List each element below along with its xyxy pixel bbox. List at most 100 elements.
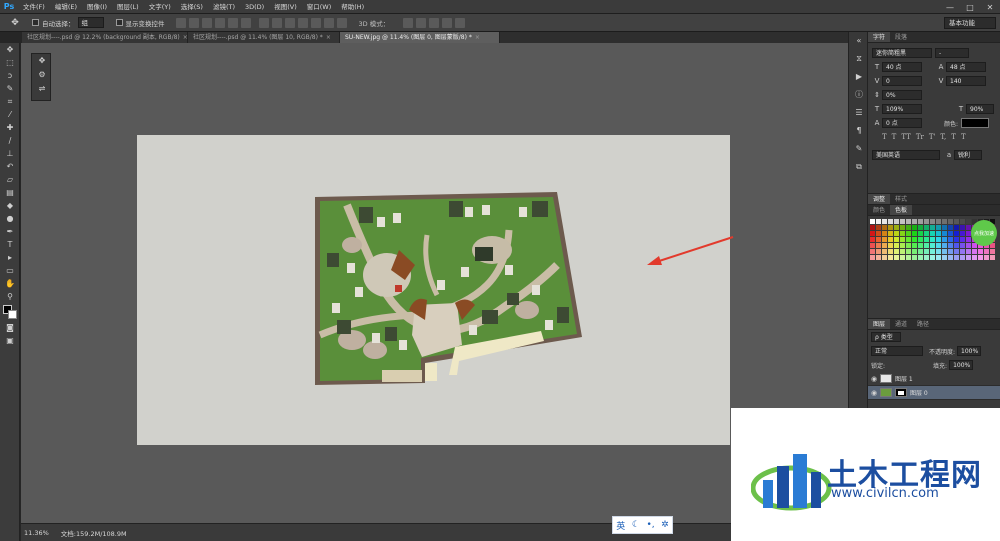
subscript-icon[interactable]: T, <box>940 133 946 141</box>
ime-lang-toggle[interactable]: 英 <box>616 519 625 532</box>
color-swatch[interactable] <box>930 225 935 230</box>
align-hcenter-icon[interactable] <box>227 17 238 28</box>
layer-row-selected[interactable]: ◉ 图层 0 <box>868 386 1000 400</box>
color-swatch[interactable] <box>918 225 923 230</box>
color-swatch[interactable] <box>954 225 959 230</box>
auto-select-dropdown[interactable]: 组 <box>77 17 104 28</box>
color-swatch[interactable] <box>900 255 905 260</box>
color-swatch[interactable] <box>924 243 929 248</box>
color-swatch[interactable] <box>888 231 893 236</box>
color-swatch[interactable] <box>918 219 923 224</box>
color-swatch[interactable] <box>930 243 935 248</box>
color-swatch[interactable] <box>960 255 965 260</box>
menu-window[interactable]: 窗口(W) <box>302 0 337 14</box>
color-swatch[interactable] <box>960 225 965 230</box>
color-swatch[interactable] <box>876 219 881 224</box>
show-transform-checkbox[interactable] <box>115 19 123 26</box>
eye-icon[interactable]: ◉ <box>868 389 880 397</box>
color-swatch[interactable] <box>978 249 983 254</box>
tab-character[interactable]: 字符 <box>868 32 891 42</box>
kerning-field[interactable]: 0 <box>882 76 922 86</box>
opacity-field[interactable]: 100% <box>957 346 982 356</box>
color-swatch[interactable] <box>936 237 941 242</box>
color-swatch[interactable] <box>882 225 887 230</box>
info-icon[interactable]: ⓘ <box>849 86 869 104</box>
color-swatch[interactable] <box>888 225 893 230</box>
color-swatch[interactable] <box>888 243 893 248</box>
blend-mode-select[interactable]: 正常 <box>871 346 923 356</box>
brush-presets-icon[interactable]: ✎ <box>849 140 869 158</box>
close-icon[interactable]: × <box>475 34 480 41</box>
color-swatch[interactable] <box>966 219 971 224</box>
color-swatch[interactable] <box>972 249 977 254</box>
color-swatch[interactable] <box>924 249 929 254</box>
moon-icon[interactable]: ☾ <box>632 520 640 530</box>
color-swatch[interactable] <box>900 231 905 236</box>
color-swatch[interactable] <box>912 243 917 248</box>
doc-size[interactable]: 文档:159.2M/108.9M <box>61 528 127 538</box>
color-swatch[interactable] <box>954 219 959 224</box>
distribute-top-icon[interactable] <box>258 17 269 28</box>
paragraph-icon[interactable]: ¶ <box>849 122 869 140</box>
color-swatch[interactable] <box>876 225 881 230</box>
eraser-tool-icon[interactable]: ▱ <box>0 173 20 186</box>
menu-view[interactable]: 视图(V) <box>269 0 302 14</box>
crop-tool-icon[interactable]: ⌗ <box>0 95 20 108</box>
layer-mask-thumbnail[interactable] <box>895 388 907 397</box>
tab-paragraph[interactable]: 段落 <box>890 32 912 42</box>
align-vcenter-icon[interactable] <box>188 17 199 28</box>
move-tool-preset-icon[interactable]: ✥ <box>4 16 26 30</box>
color-swatch[interactable] <box>894 231 899 236</box>
menu-type[interactable]: 文字(Y) <box>144 0 176 14</box>
options-icon[interactable]: ⇌ <box>32 82 52 96</box>
color-swatch[interactable] <box>954 249 959 254</box>
superscript-icon[interactable]: T' <box>929 133 936 141</box>
speed-badge[interactable]: 点我加速 <box>971 220 997 246</box>
color-swatch[interactable] <box>966 237 971 242</box>
history-brush-tool-icon[interactable]: ↶ <box>0 160 20 173</box>
color-swatch[interactable] <box>912 219 917 224</box>
color-swatch[interactable] <box>870 249 875 254</box>
auto-align-icon[interactable] <box>336 17 347 28</box>
color-swatch[interactable] <box>966 243 971 248</box>
color-swatch[interactable] <box>912 255 917 260</box>
color-swatch[interactable] <box>882 255 887 260</box>
baseline-shift-field[interactable]: 0 点 <box>882 118 922 128</box>
tab-adjustments[interactable]: 调整 <box>868 194 891 204</box>
color-swatch[interactable] <box>906 237 911 242</box>
color-swatch[interactable] <box>870 219 875 224</box>
color-swatch[interactable] <box>900 243 905 248</box>
color-swatch[interactable] <box>912 225 917 230</box>
3d-rotate-icon[interactable] <box>403 17 414 28</box>
move-tool-icon[interactable]: ✥ <box>0 43 20 56</box>
distribute-hcenter-icon[interactable] <box>310 17 321 28</box>
color-swatch[interactable] <box>942 231 947 236</box>
color-swatch[interactable] <box>906 255 911 260</box>
color-swatch[interactable] <box>942 237 947 242</box>
color-swatch[interactable] <box>882 249 887 254</box>
collapse-arrow-icon[interactable]: « <box>849 32 869 50</box>
color-swatch[interactable] <box>894 243 899 248</box>
color-swatch[interactable] <box>888 219 893 224</box>
align-bottom-icon[interactable] <box>201 17 212 28</box>
document-canvas[interactable] <box>137 135 730 445</box>
color-swatch[interactable] <box>894 225 899 230</box>
color-swatch[interactable] <box>870 231 875 236</box>
layer-comps-icon[interactable]: ☰ <box>849 104 869 122</box>
clone-source-icon[interactable]: ⧉ <box>849 158 869 176</box>
punctuation-icon[interactable]: •, <box>646 520 654 530</box>
color-swatch[interactable] <box>948 255 953 260</box>
underline-icon[interactable]: T <box>951 133 956 141</box>
faux-italic-icon[interactable]: T <box>892 133 897 141</box>
color-swatch[interactable] <box>906 249 911 254</box>
color-swatch[interactable] <box>918 255 923 260</box>
3d-scale-icon[interactable] <box>455 17 466 28</box>
gradient-tool-icon[interactable]: ▤ <box>0 186 20 199</box>
maximize-button[interactable]: □ <box>960 0 980 14</box>
fill-field[interactable]: 100% <box>949 360 974 370</box>
color-swatch[interactable] <box>942 243 947 248</box>
color-swatch[interactable] <box>960 237 965 242</box>
color-swatch[interactable] <box>948 219 953 224</box>
color-swatch[interactable] <box>876 249 881 254</box>
color-swatch[interactable] <box>960 243 965 248</box>
